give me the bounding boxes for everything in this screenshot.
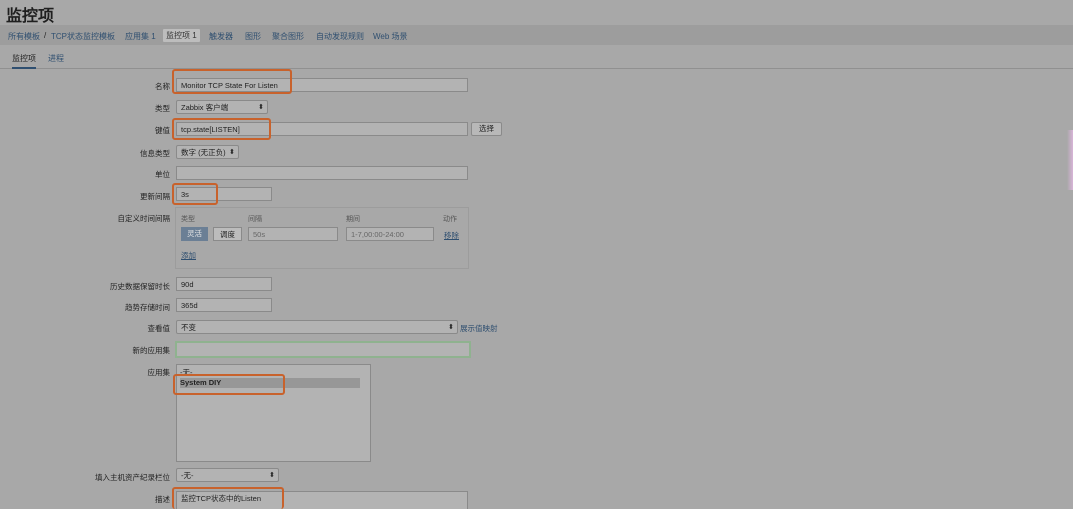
page-title: 监控项 xyxy=(6,8,55,25)
key-label: 键值 xyxy=(155,126,170,135)
show-value-mappings-link[interactable]: 展示值映射 xyxy=(460,323,498,334)
new-application-label: 新的应用集 xyxy=(132,346,171,355)
subtabs: 监控项 进程 xyxy=(0,48,1073,69)
flexible-toggle[interactable]: 灵活 xyxy=(181,227,208,241)
select-arrow-icon: ⬍ xyxy=(258,104,264,111)
select-arrow-icon: ⬍ xyxy=(269,472,275,479)
trends-label: 趋势存储时间 xyxy=(125,303,170,312)
key-select-button[interactable]: 选择 xyxy=(471,122,502,136)
edge-glow xyxy=(1067,130,1073,190)
update-interval-label: 更新间隔 xyxy=(140,192,170,201)
trends-input[interactable]: 365d xyxy=(176,298,272,312)
tab-item[interactable]: 监控项 xyxy=(12,53,36,69)
description-highlight xyxy=(172,487,284,509)
inventory-select[interactable]: -无- ⬍ xyxy=(176,468,279,482)
type-select-value: Zabbix 客户端 xyxy=(181,103,229,112)
inventory-label: 填入主机资产纪录栏位 xyxy=(95,473,170,482)
history-input[interactable]: 90d xyxy=(176,277,272,291)
update-interval-highlight xyxy=(172,183,218,205)
nav-items[interactable]: 监控项 1 xyxy=(163,29,200,42)
remove-interval-link[interactable]: 移除 xyxy=(444,230,459,241)
select-arrow-icon: ⬍ xyxy=(229,149,235,156)
scheduling-toggle[interactable]: 调度 xyxy=(213,227,242,241)
custom-intervals-table: 类型 间隔 期间 动作 灵活 调度 50s 1-7,00:00-24:00 移除… xyxy=(175,207,469,269)
tab-preprocessing[interactable]: 进程 xyxy=(48,53,64,64)
select-arrow-icon: ⬍ xyxy=(448,324,454,331)
nav-web-scenarios[interactable]: Web 场景 xyxy=(373,31,408,42)
add-interval-link[interactable]: 添加 xyxy=(181,250,196,261)
value-map-select-value: 不变 xyxy=(181,323,196,332)
applications-highlight xyxy=(173,374,285,395)
info-type-select-value: 数字 (无正负) xyxy=(181,148,226,157)
key-highlight xyxy=(172,118,271,140)
nav-applications[interactable]: 应用集 1 xyxy=(125,31,156,42)
custom-intervals-label: 自定义时间间隔 xyxy=(117,214,171,223)
breadcrumb-all-templates[interactable]: 所有模板 xyxy=(8,31,40,42)
info-type-label: 信息类型 xyxy=(140,149,170,158)
col-type-header: 类型 xyxy=(181,216,195,223)
custom-interval-input[interactable]: 50s xyxy=(248,227,338,241)
inventory-select-value: -无- xyxy=(181,471,194,480)
new-application-input[interactable] xyxy=(175,341,471,358)
breadcrumb-template[interactable]: TCP状态监控模板 xyxy=(51,31,115,42)
col-action-header: 动作 xyxy=(443,216,457,223)
type-label: 类型 xyxy=(155,104,170,113)
col-interval-header: 间隔 xyxy=(248,216,262,223)
breadcrumb-nav: 所有模板 / TCP状态监控模板 应用集 1 监控项 1 触发器 图形 聚合图形… xyxy=(0,25,1073,45)
name-label: 名称 xyxy=(155,82,170,91)
nav-screens[interactable]: 聚合图形 xyxy=(272,31,304,42)
units-label: 单位 xyxy=(155,170,170,179)
value-map-select[interactable]: 不变 ⬍ xyxy=(176,320,458,334)
info-type-select[interactable]: 数字 (无正负) ⬍ xyxy=(176,145,239,159)
nav-discovery-rules[interactable]: 自动发现规则 xyxy=(316,31,364,42)
breadcrumb-separator: / xyxy=(44,31,47,40)
nav-triggers[interactable]: 触发器 xyxy=(209,31,233,42)
type-select[interactable]: Zabbix 客户端 ⬍ xyxy=(176,100,268,114)
description-label: 描述 xyxy=(155,495,170,504)
custom-period-input[interactable]: 1-7,00:00-24:00 xyxy=(346,227,434,241)
value-map-label: 查看值 xyxy=(147,324,171,333)
col-period-header: 期间 xyxy=(346,216,360,223)
units-input[interactable] xyxy=(176,166,468,180)
history-label: 历史数据保留时长 xyxy=(110,282,170,291)
applications-label: 应用集 xyxy=(147,368,171,377)
name-highlight xyxy=(172,69,292,94)
nav-graphs[interactable]: 图形 xyxy=(245,31,261,42)
